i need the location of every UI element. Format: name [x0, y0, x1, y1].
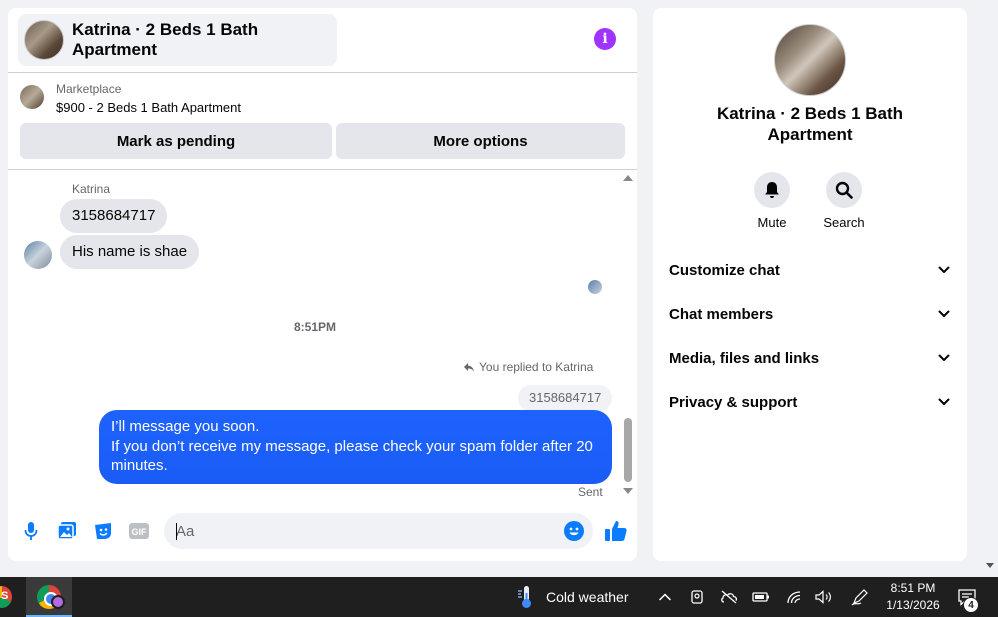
scroll-down-arrow-icon[interactable]: [623, 488, 633, 494]
svg-text:GIF: GIF: [132, 527, 148, 537]
pen-icon[interactable]: [851, 588, 869, 606]
listing-title[interactable]: $900 - 2 Beds 1 Bath Apartment: [56, 100, 241, 115]
clock-time: 8:51 PM: [890, 581, 936, 595]
marketplace-label: Marketplace: [56, 82, 122, 96]
notification-count-badge: 4: [963, 597, 979, 613]
chat-panel: Katrina · 2 Beds 1 Bath Apartment i Mark…: [8, 8, 637, 561]
sender-name: Katrina: [72, 182, 111, 196]
taskbar: S Cold weather 8:51 PM 1/13/2026 4: [0, 577, 998, 617]
incoming-message[interactable]: 3158684717: [60, 199, 168, 233]
incoming-message[interactable]: His name is shae: [60, 235, 200, 269]
divider: [8, 169, 637, 170]
sticker-icon[interactable]: [92, 520, 114, 542]
chevron-down-icon: [938, 398, 950, 405]
section-privacy-support[interactable]: Privacy & support: [669, 390, 951, 414]
outgoing-message-line: I’ll message you soon.: [111, 418, 260, 435]
scrollbar-thumb[interactable]: [624, 418, 632, 482]
message-scrollbar[interactable]: [622, 172, 634, 498]
section-label: Chat members: [669, 305, 774, 323]
outgoing-message[interactable]: I’ll message you soon. If you don’t rece…: [99, 410, 612, 484]
search-label: Search: [823, 215, 865, 230]
conversation-avatar[interactable]: [774, 24, 846, 96]
wifi-icon[interactable]: [785, 588, 803, 606]
replied-message-quote[interactable]: 3158684717: [518, 385, 613, 411]
message-input[interactable]: [164, 513, 593, 549]
bell-icon[interactable]: [754, 172, 790, 208]
taskbar-app-icon[interactable]: S: [0, 586, 12, 608]
section-customize-chat[interactable]: Customize chat: [669, 258, 951, 282]
speaker-icon[interactable]: [815, 588, 833, 606]
photo-icon[interactable]: [56, 520, 78, 542]
time-divider: 8:51PM: [293, 320, 337, 334]
more-options-button[interactable]: More options: [336, 123, 625, 159]
mark-as-pending-button[interactable]: Mark as pending: [20, 123, 332, 159]
chevron-down-icon: [938, 310, 950, 317]
cloud-offline-icon[interactable]: [720, 588, 738, 606]
chevron-up-icon[interactable]: [656, 588, 674, 606]
thumbs-up-icon[interactable]: [604, 519, 628, 543]
gif-icon[interactable]: GIF: [128, 520, 150, 542]
search-icon[interactable]: [826, 172, 862, 208]
chevron-down-icon: [938, 354, 950, 361]
listing-thumbnail[interactable]: [20, 85, 44, 109]
conversation-info-panel: Katrina · 2 Beds 1 Bath Apartment Mute S…: [653, 8, 967, 561]
text-caret: [176, 523, 177, 540]
section-label: Privacy & support: [669, 393, 798, 411]
mute-button[interactable]: Mute: [742, 172, 802, 230]
info-icon[interactable]: i: [594, 28, 616, 50]
section-chat-members[interactable]: Chat members: [669, 302, 951, 326]
microphone-icon[interactable]: [20, 520, 42, 542]
seen-indicator-avatar: [588, 280, 602, 294]
section-label: Customize chat: [669, 261, 780, 279]
profile-badge-icon: [51, 595, 65, 609]
camera-icon[interactable]: [688, 588, 706, 606]
system-clock[interactable]: 8:51 PM 1/13/2026: [880, 580, 946, 614]
weather-widget[interactable]: Cold weather: [516, 585, 629, 609]
clock-date: 1/13/2026: [886, 598, 940, 612]
conversation-avatar: [24, 20, 64, 60]
divider: [8, 72, 637, 73]
emoji-icon[interactable]: [564, 521, 584, 541]
scroll-up-arrow-icon[interactable]: [623, 175, 633, 181]
reply-note: You replied to Katrina: [463, 360, 593, 374]
weather-label: Cold weather: [546, 589, 629, 605]
reply-note-text: You replied to Katrina: [479, 360, 594, 374]
message-status: Sent: [578, 485, 603, 499]
page-scroll-down-arrow-icon[interactable]: [986, 563, 994, 568]
battery-icon[interactable]: [752, 588, 770, 606]
section-label: Media, files and links: [669, 349, 820, 367]
chrome-taskbar-button[interactable]: [26, 577, 72, 617]
conversation-title: Katrina · 2 Beds 1 Bath Apartment: [72, 20, 259, 59]
search-button[interactable]: Search: [814, 172, 874, 230]
conversation-title: Katrina · 2 Beds 1 Bath Apartment: [716, 104, 904, 144]
sender-avatar[interactable]: [24, 241, 52, 269]
chevron-down-icon: [938, 266, 950, 273]
chat-header[interactable]: Katrina · 2 Beds 1 Bath Apartment: [18, 14, 337, 66]
reply-icon: [464, 363, 474, 372]
thermometer-icon: [518, 586, 531, 608]
outgoing-message-line: If you don’t receive my message, please …: [111, 437, 593, 475]
mute-label: Mute: [757, 215, 787, 230]
section-media-files-links[interactable]: Media, files and links: [669, 346, 951, 370]
